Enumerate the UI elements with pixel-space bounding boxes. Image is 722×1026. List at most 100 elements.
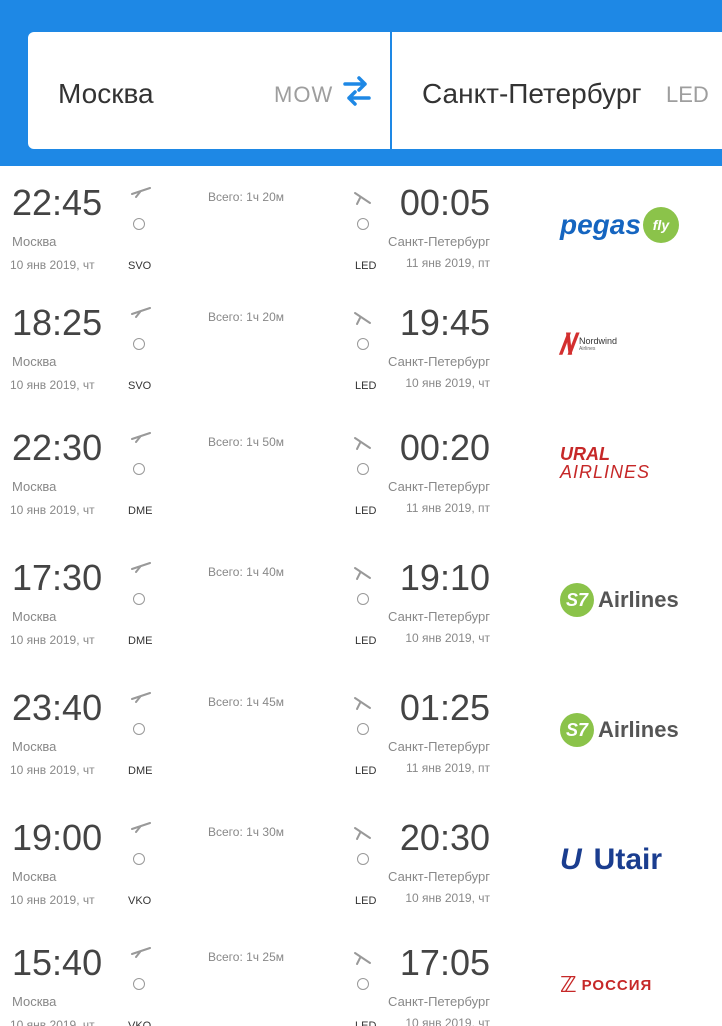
departure-airport-code: DME [128, 505, 153, 517]
nordwind-mark-icon: /\/ [560, 328, 577, 361]
airline-logo-text: Utair [593, 843, 663, 876]
airline-logo-nordwind: /\/Nordwind Airlines [560, 320, 710, 370]
departure-city: Москва [12, 354, 57, 369]
departure-time: 18:25 [12, 302, 103, 343]
departure-airport-code: DME [128, 765, 153, 777]
departure-circle-icon [133, 593, 145, 605]
landing-icon [354, 312, 371, 325]
takeoff-icon [131, 562, 151, 573]
departure-time: 23:40 [12, 687, 103, 728]
swap-arrows-icon[interactable] [341, 73, 373, 109]
arrival-circle-icon [357, 463, 369, 475]
departure-time: 17:30 [12, 557, 103, 598]
departure-date: 10 янв 2019, чт [10, 503, 95, 517]
departure-city: Москва [12, 609, 57, 624]
departure-time: 22:45 [12, 182, 103, 223]
airline-logo-subtext: S7 [560, 713, 594, 747]
flight-row[interactable]: 18:25 Москва 10 янв 2019, чт SVO Всего: 1ч 2… [0, 300, 722, 424]
airline-logo-text: РОССИЯ [581, 976, 653, 994]
flight-duration: Всего: 1ч 20м [208, 190, 284, 204]
arrival-circle-icon [357, 978, 369, 990]
airline-logo-ural: URAL AIRLINES [560, 445, 710, 495]
airline-logo-pegas: pegas fly [560, 200, 710, 250]
arrival-airport-code: LED [355, 765, 377, 777]
flight-duration: Всего: 1ч 25м [208, 950, 284, 964]
destination-code: LED [666, 82, 709, 107]
departure-airport-code: SVO [128, 380, 152, 392]
field-divider [390, 32, 392, 149]
arrival-city: Санкт-Петербург [388, 234, 490, 249]
takeoff-icon [131, 432, 151, 443]
takeoff-icon [131, 692, 151, 703]
flight-row[interactable]: 17:30 Москва 10 янв 2019, чт DME Всего: 1ч 4… [0, 555, 722, 679]
takeoff-icon [131, 947, 151, 958]
arrival-time: 00:20 [399, 427, 490, 468]
airline-logo-subtext: fly [642, 207, 679, 243]
departure-circle-icon [133, 218, 145, 230]
airline-logo-text: Airlines [598, 717, 679, 742]
airline-logo-subtext: AIRLINES [560, 462, 651, 482]
departure-date: 10 янв 2019, чт [10, 633, 95, 647]
departure-date: 10 янв 2019, чт [10, 893, 95, 907]
departure-circle-icon [133, 463, 145, 475]
flight-row[interactable]: 15:40 Москва 10 янв 2019, чт VKO Всего: 1ч 2… [0, 940, 722, 1026]
takeoff-icon [131, 307, 151, 318]
airline-logo-utair: U Utair [560, 835, 710, 885]
arrival-circle-icon [357, 593, 369, 605]
arrival-city: Санкт-Петербург [388, 869, 490, 884]
rossiya-mark-icon: ℤ [560, 972, 578, 997]
landing-icon [354, 827, 371, 840]
takeoff-icon [131, 187, 151, 198]
departure-date: 10 янв 2019, чт [10, 378, 95, 392]
arrival-airport-code: LED [355, 380, 377, 392]
departure-city: Москва [12, 869, 57, 884]
arrival-circle-icon [357, 218, 369, 230]
flight-row[interactable]: 23:40 Москва 10 янв 2019, чт DME Всего: 1ч 4… [0, 685, 722, 809]
landing-icon [354, 437, 371, 450]
departure-city: Москва [12, 234, 57, 249]
arrival-date: 11 янв 2019, пт [406, 256, 490, 270]
arrival-date: 10 янв 2019, чт [405, 631, 490, 645]
departure-date: 10 янв 2019, чт [10, 258, 95, 272]
takeoff-icon [131, 822, 151, 833]
departure-date: 10 янв 2019, чт [10, 1018, 95, 1026]
route-search-card: Москва MOW Санкт-Петербург LED [28, 32, 722, 149]
airline-logo-text: Airlines [598, 587, 679, 612]
flight-row[interactable]: 22:30 Москва 10 янв 2019, чт DME Всего: 1ч 5… [0, 425, 722, 549]
arrival-airport-code: LED [355, 260, 377, 272]
arrival-airport-code: LED [355, 635, 377, 647]
airline-logo-subtext: Airlines [579, 346, 596, 353]
landing-icon [354, 567, 371, 580]
flight-duration: Всего: 1ч 45м [208, 695, 284, 709]
arrival-time: 20:30 [399, 817, 490, 858]
arrival-city: Санкт-Петербург [388, 739, 490, 754]
landing-icon [354, 192, 371, 205]
arrival-time: 19:10 [399, 557, 490, 598]
arrival-city: Санкт-Петербург [388, 994, 490, 1009]
departure-airport-code: VKO [128, 1020, 152, 1026]
arrival-date: 10 янв 2019, чт [405, 891, 490, 905]
departure-city: Москва [12, 739, 57, 754]
airline-logo-rossiya: ℤ РОССИЯ [560, 960, 710, 1010]
flight-duration: Всего: 1ч 20м [208, 310, 284, 324]
arrival-time: 17:05 [399, 942, 490, 983]
landing-icon [354, 952, 371, 965]
departure-circle-icon [133, 338, 145, 350]
departure-city: Москва [12, 994, 57, 1009]
departure-airport-code: SVO [128, 260, 152, 272]
destination-city-field[interactable]: Санкт-Петербург [422, 78, 642, 110]
flight-row[interactable]: 22:45 Москва 10 янв 2019, чт SVO Всего: 1ч 2… [0, 180, 722, 304]
arrival-circle-icon [357, 853, 369, 865]
arrival-airport-code: LED [355, 1020, 377, 1026]
airline-logo-text: URAL [560, 444, 610, 464]
departure-city: Москва [12, 479, 57, 494]
departure-circle-icon [133, 853, 145, 865]
origin-city-field[interactable]: Москва [58, 78, 154, 110]
departure-airport-code: VKO [128, 895, 152, 907]
arrival-date: 10 янв 2019, чт [405, 376, 490, 390]
arrival-city: Санкт-Петербург [388, 479, 490, 494]
flight-row[interactable]: 19:00 Москва 10 янв 2019, чт VKO Всего: 1ч 3… [0, 815, 722, 939]
airline-logo-s7: S7 Airlines [560, 575, 710, 625]
departure-time: 15:40 [12, 942, 103, 983]
arrival-airport-code: LED [355, 895, 377, 907]
